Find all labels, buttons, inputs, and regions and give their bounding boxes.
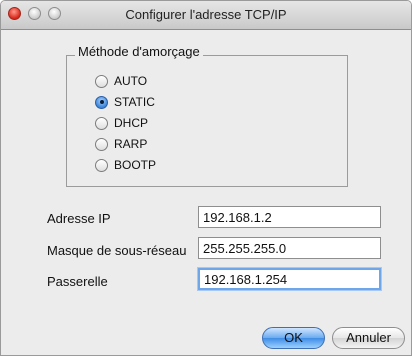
dialog-window: Configurer l'adresse TCP/IP Méthode d'am… <box>0 0 412 356</box>
radio-rarp-label[interactable]: RARP <box>114 137 147 151</box>
boot-method-label: Méthode d'amorçage <box>75 44 203 59</box>
radio-bootp-label[interactable]: BOOTP <box>114 158 156 172</box>
radio-static-label[interactable]: STATIC <box>114 95 155 109</box>
gateway-label: Passerelle <box>47 274 108 289</box>
subnet-mask-label: Masque de sous-réseau <box>47 243 187 258</box>
subnet-mask-input[interactable] <box>198 237 381 259</box>
gateway-input[interactable] <box>198 268 381 290</box>
radio-bootp[interactable]: BOOTP <box>95 156 156 174</box>
window-title: Configurer l'adresse TCP/IP <box>125 7 287 22</box>
ip-address-input[interactable] <box>198 206 381 228</box>
radio-auto[interactable]: AUTO <box>95 72 147 90</box>
radio-dhcp[interactable]: DHCP <box>95 114 148 132</box>
radio-static-circle[interactable] <box>95 95 108 109</box>
ok-button[interactable]: OK <box>262 327 325 349</box>
radio-auto-circle[interactable] <box>95 74 108 88</box>
radio-rarp-circle[interactable] <box>95 137 108 151</box>
radio-dhcp-circle[interactable] <box>95 116 108 130</box>
title-bar[interactable]: Configurer l'adresse TCP/IP <box>1 1 411 30</box>
cancel-button[interactable]: Annuler <box>332 327 405 349</box>
radio-rarp[interactable]: RARP <box>95 135 147 153</box>
ip-address-label: Adresse IP <box>47 211 111 226</box>
radio-bootp-circle[interactable] <box>95 158 108 172</box>
radio-dhcp-label[interactable]: DHCP <box>114 116 148 130</box>
radio-auto-label[interactable]: AUTO <box>114 74 147 88</box>
radio-static[interactable]: STATIC <box>95 93 155 111</box>
